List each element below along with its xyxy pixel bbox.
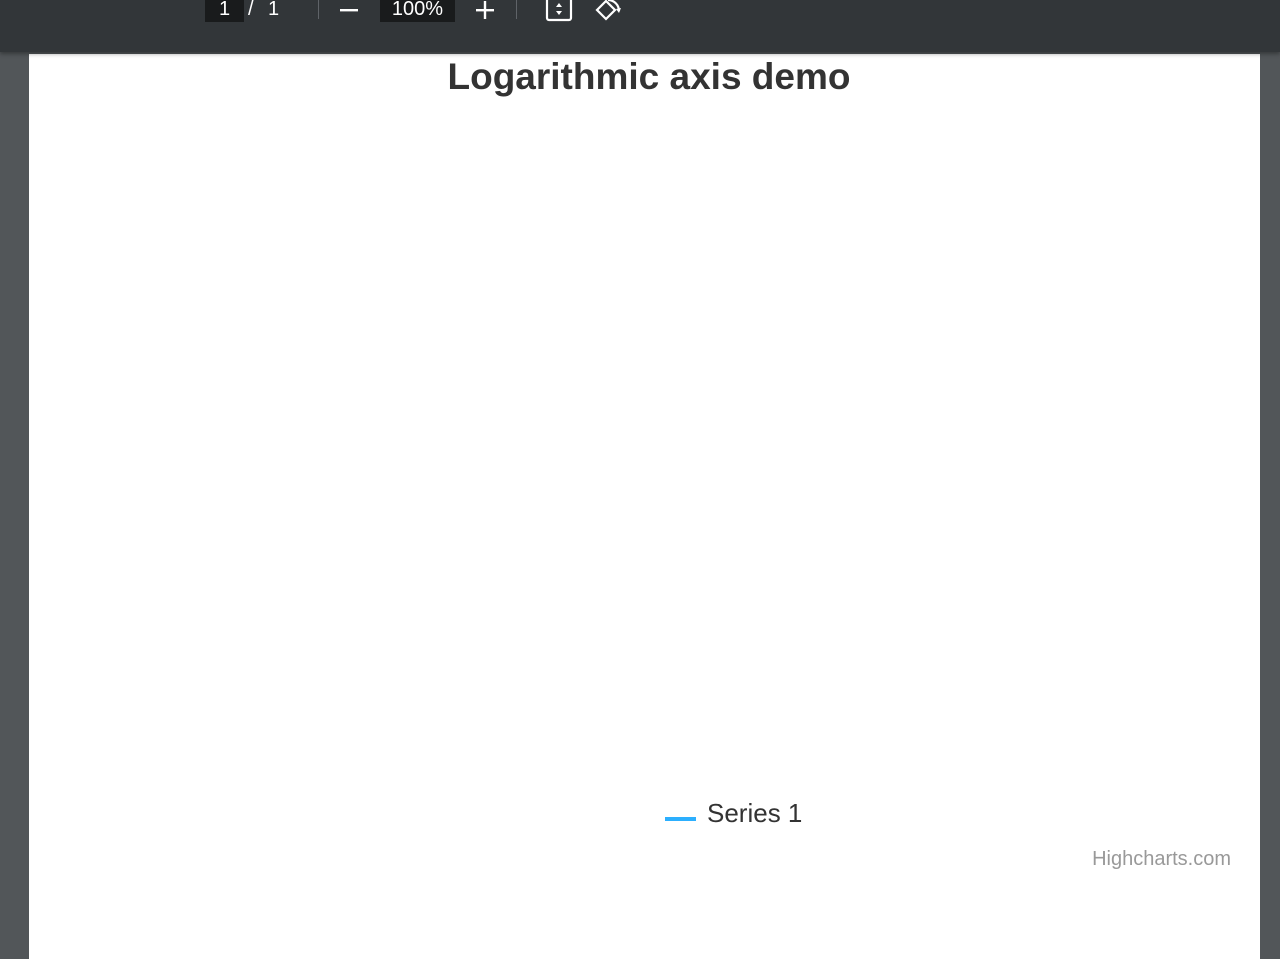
pdf-toolbar: 1 / 1 100% (0, 0, 1280, 52)
chart-legend[interactable]: Series 1 (665, 798, 802, 829)
chart-title-text: Logarithmic axis demo (447, 56, 851, 97)
pdf-viewer[interactable]: Logarithmic axis demo Series 1 Highchart… (0, 52, 1280, 959)
zoom-in-button[interactable] (469, 0, 501, 26)
chart-credits[interactable]: Highcharts.com (1092, 848, 1231, 871)
zoom-out-button[interactable] (333, 0, 365, 26)
zoom-input[interactable]: 100% (380, 0, 455, 22)
toolbar-divider (318, 0, 319, 19)
page-separator: / (248, 0, 254, 20)
fit-page-icon (545, 0, 573, 22)
plus-icon (476, 1, 494, 19)
toolbar-divider (516, 0, 517, 19)
pdf-page: Logarithmic axis demo Series 1 Highchart… (29, 54, 1260, 959)
page-number-input[interactable]: 1 (205, 0, 244, 22)
page-total: 1 (268, 0, 280, 20)
minus-icon (340, 9, 358, 12)
chart-title: Logarithmic axis demo (29, 54, 1260, 100)
fit-to-page-button[interactable] (543, 0, 575, 26)
legend-series-1-label[interactable]: Series 1 (707, 798, 802, 829)
legend-series-1-symbol (665, 816, 696, 821)
rotate-button[interactable] (591, 0, 623, 26)
rotate-icon (595, 0, 621, 21)
